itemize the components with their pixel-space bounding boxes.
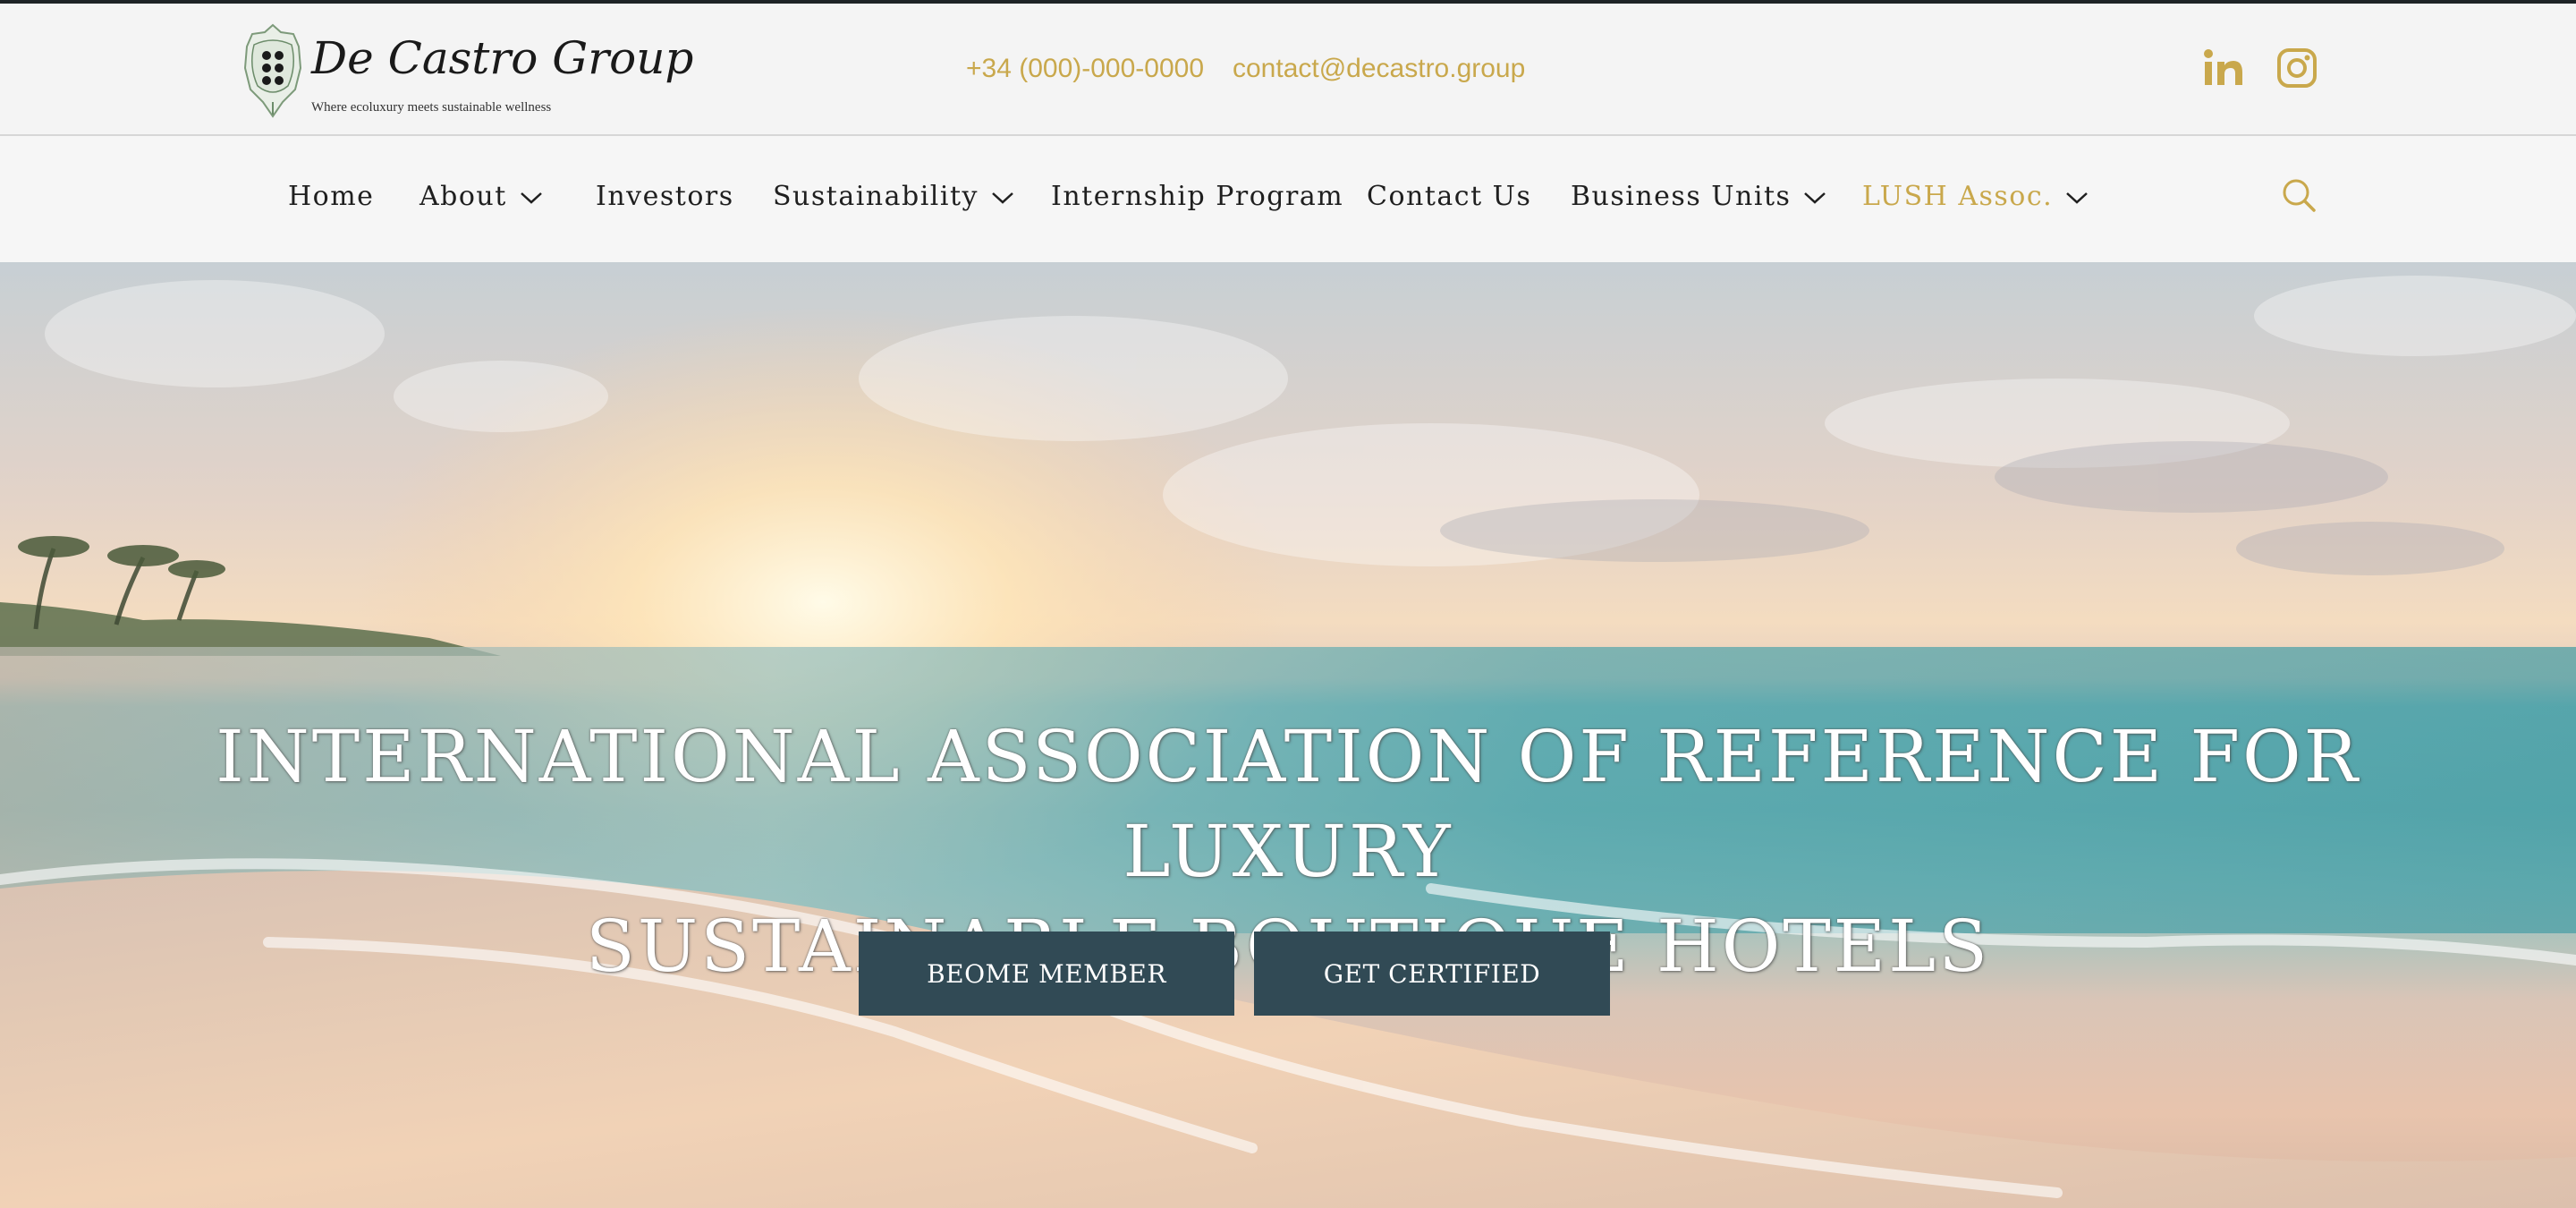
linkedin-icon[interactable] <box>2202 47 2245 89</box>
nav-item-label: Internship Program <box>1051 181 1344 212</box>
nav-item-label: Business Units <box>1571 181 1792 212</box>
nav-item-label: Investors <box>596 181 734 212</box>
main-nav: Home About Investors Sustainability Inte… <box>0 136 2576 262</box>
nav-item-label: LUSH Assoc. <box>1862 181 2054 212</box>
top-bar: De Castro Group Where ecoluxury meets su… <box>0 4 2576 136</box>
chevron-down-icon <box>520 192 542 204</box>
logo[interactable]: De Castro Group Where ecoluxury meets su… <box>242 23 693 122</box>
email-link[interactable]: contact@decastro.group <box>1233 54 1525 84</box>
nav-item-about[interactable]: About <box>419 179 543 215</box>
crest-icon <box>243 23 302 118</box>
become-member-button[interactable]: BEOME MEMBER <box>859 932 1234 1016</box>
nav-item-label: Contact Us <box>1367 181 1532 212</box>
phone-link[interactable]: +34 (000)-000-0000 <box>966 54 1204 84</box>
chevron-down-icon <box>992 192 1013 204</box>
nav-item-lush-assoc[interactable]: LUSH Assoc. <box>1862 179 2089 215</box>
nav-item-home[interactable]: Home <box>288 179 374 215</box>
hero-banner: INTERNATIONAL ASSOCIATION OF REFERENCE F… <box>0 262 2576 1208</box>
chevron-down-icon <box>2066 192 2089 204</box>
nav-item-contact[interactable]: Contact Us <box>1367 179 1531 215</box>
search-icon[interactable] <box>2281 177 2317 213</box>
nav-item-internship[interactable]: Internship Program <box>1051 179 1343 215</box>
logo-tagline: Where ecoluxury meets sustainable wellne… <box>311 100 552 115</box>
nav-item-business-units[interactable]: Business Units <box>1571 179 1826 215</box>
logo-name: De Castro Group <box>311 32 694 84</box>
chevron-down-icon <box>1804 192 1826 204</box>
nav-item-investors[interactable]: Investors <box>596 179 734 215</box>
nav-item-sustainability[interactable]: Sustainability <box>773 179 1014 215</box>
get-certified-button[interactable]: GET CERTIFIED <box>1254 932 1610 1016</box>
nav-item-label: About <box>419 181 507 212</box>
hero-title-line-1: INTERNATIONAL ASSOCIATION OF REFERENCE F… <box>216 715 2360 893</box>
instagram-icon[interactable] <box>2275 47 2318 89</box>
nav-item-label: Sustainability <box>773 181 979 212</box>
nav-item-label: Home <box>288 181 375 212</box>
